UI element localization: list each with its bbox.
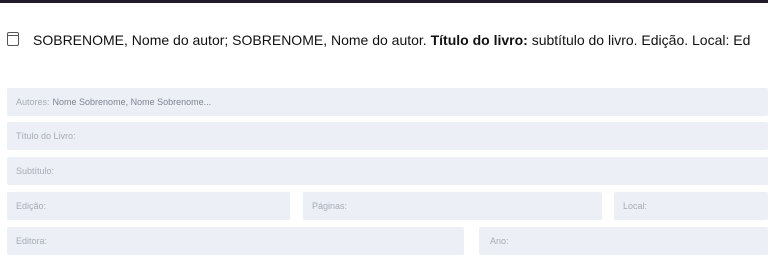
location-label: Local:	[623, 201, 648, 211]
location-field[interactable]: Local:	[614, 192, 768, 220]
book-title-field[interactable]: Título do Livro:	[7, 122, 768, 150]
book-icon	[7, 32, 19, 46]
top-border	[0, 0, 768, 3]
book-title-label: Título do Livro:	[16, 131, 76, 141]
subtitle-label: Subtítulo:	[16, 166, 55, 176]
citation-prefix: SOBRENOME, Nome do autor; SOBRENOME, Nom…	[33, 32, 431, 48]
edition-label: Edição:	[16, 201, 47, 211]
pages-field[interactable]: Páginas:	[303, 192, 602, 220]
authors-field[interactable]: Autores: Nome Sobrenome, Nome Sobrenome.…	[7, 88, 768, 116]
citation-text: SOBRENOME, Nome do autor; SOBRENOME, Nom…	[33, 31, 750, 49]
authors-label: Autores:	[16, 97, 50, 107]
citation-suffix: subtítulo do livro. Edição. Local: Ed	[527, 32, 751, 48]
citation-preview: SOBRENOME, Nome do autor; SOBRENOME, Nom…	[0, 26, 768, 56]
publisher-label: Editora:	[16, 236, 48, 246]
pages-label: Páginas:	[312, 201, 348, 211]
citation-title: Título do livro:	[430, 32, 528, 48]
authors-placeholder: Nome Sobrenome, Nome Sobrenome...	[52, 97, 212, 107]
edition-field[interactable]: Edição:	[7, 192, 290, 220]
year-label: Ano:	[490, 236, 509, 246]
subtitle-field[interactable]: Subtítulo:	[7, 157, 768, 185]
